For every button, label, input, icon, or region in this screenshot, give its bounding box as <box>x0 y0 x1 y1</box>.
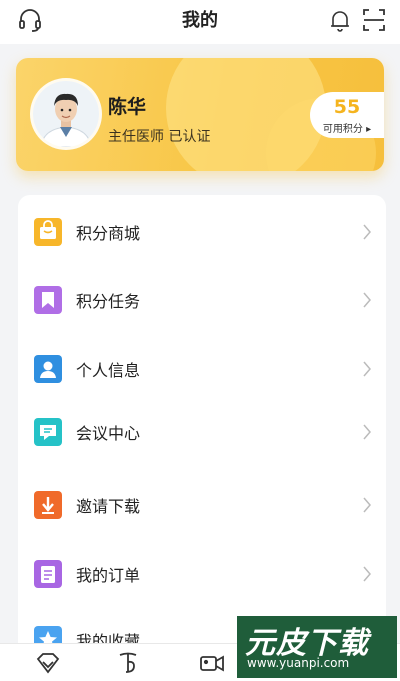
menu-item-label: 积分任务 <box>76 292 141 311</box>
chevron-right-icon <box>362 496 372 514</box>
menu-item-label: 个人信息 <box>76 361 141 380</box>
points-label: 可用积分 ▸ <box>322 124 372 135</box>
menu-item-my-orders[interactable]: 我的订单 <box>18 549 386 599</box>
chevron-right-icon <box>362 223 372 241</box>
menu-item-points-task[interactable]: 积分任务 <box>18 275 386 325</box>
menu-list: 积分商城 积分任务 个人信息 会议中心 邀请下载 我的订单 我的收藏 <box>18 195 386 665</box>
menu-item-label: 我的订单 <box>76 566 141 585</box>
watermark-logo: 元皮下载 www.yuanpi.com <box>237 616 397 678</box>
download-icon <box>34 491 62 519</box>
bell-icon[interactable] <box>326 6 354 34</box>
profile-card[interactable]: 陈华 主任医师 已认证 55 可用积分 ▸ <box>16 58 384 171</box>
chevron-right-icon <box>362 291 372 309</box>
user-name: 陈华 <box>108 96 147 118</box>
menu-item-meeting-center[interactable]: 会议中心 <box>18 407 386 457</box>
watermark-url: www.yuanpi.com <box>247 656 350 670</box>
chevron-right-icon <box>362 360 372 378</box>
diamond-icon[interactable] <box>34 650 62 676</box>
menu-item-label: 积分商城 <box>76 224 141 243</box>
brand-icon[interactable] <box>114 650 142 676</box>
chevron-right-icon <box>362 423 372 441</box>
user-title: 主任医师 已认证 <box>108 129 211 145</box>
menu-item-personal-info[interactable]: 个人信息 <box>18 344 386 394</box>
person-icon <box>34 355 62 383</box>
order-icon <box>34 560 62 588</box>
video-icon[interactable] <box>198 650 226 676</box>
menu-item-label: 会议中心 <box>76 424 141 443</box>
mall-icon <box>34 218 62 246</box>
chat-icon <box>34 418 62 446</box>
points-value: 55 <box>333 96 361 118</box>
chevron-right-icon <box>362 565 372 583</box>
menu-item-points-mall[interactable]: 积分商城 <box>18 207 386 257</box>
top-bar: 我的 <box>0 0 400 44</box>
scan-icon[interactable] <box>360 6 388 34</box>
avatar[interactable] <box>33 81 99 147</box>
points-badge[interactable]: 55 可用积分 ▸ <box>310 92 384 138</box>
menu-item-invite-download[interactable]: 邀请下载 <box>18 480 386 530</box>
bookmark-icon <box>34 286 62 314</box>
menu-item-label: 邀请下载 <box>76 497 141 516</box>
